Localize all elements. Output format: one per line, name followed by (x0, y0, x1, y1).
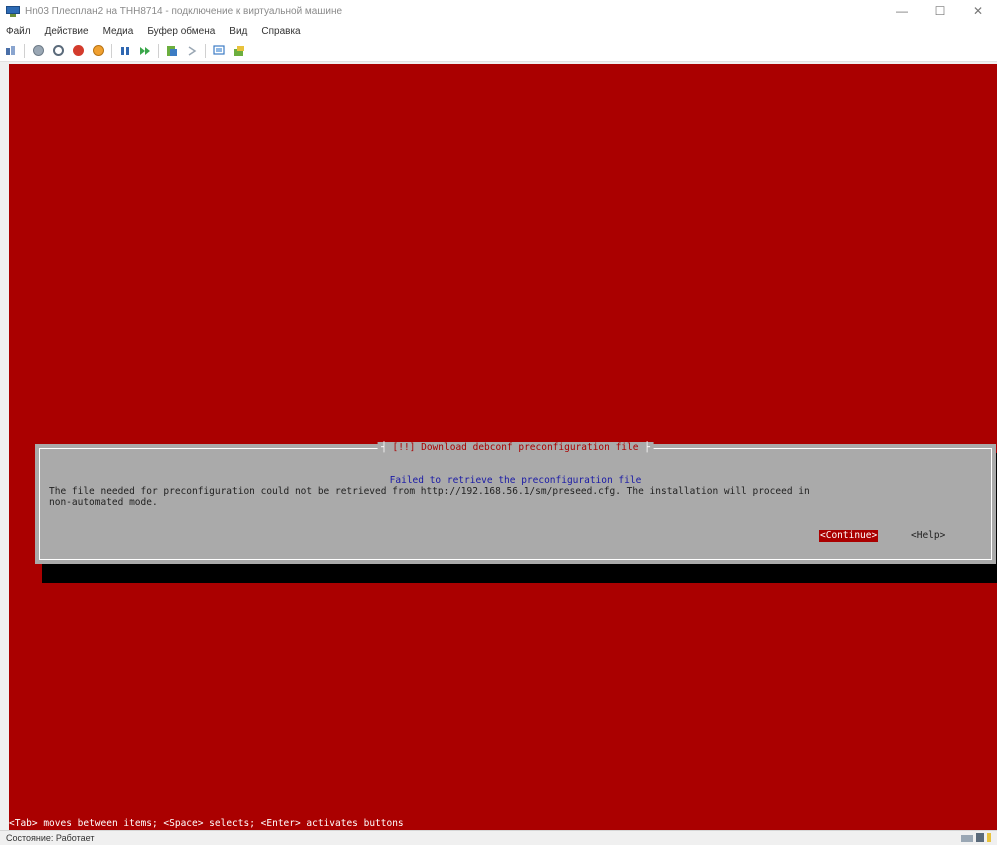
toolbar-separator (111, 43, 112, 58)
help-button[interactable]: <Help> (911, 530, 945, 542)
menu-view[interactable]: Вид (229, 26, 247, 37)
shutdown-icon[interactable] (71, 44, 85, 58)
dialog-title: ┤ [!!] Download debconf preconfiguration… (377, 442, 654, 453)
maximize-button[interactable]: ☐ (921, 0, 959, 22)
toolbar-separator (24, 43, 25, 58)
keyboard-icon (961, 835, 973, 842)
ctrl-alt-del-icon[interactable] (4, 44, 18, 58)
menu-bar: Файл Действие Медиа Буфер обмена Вид Спр… (0, 22, 997, 40)
menu-media[interactable]: Медиа (103, 26, 134, 37)
window-titlebar: Hn03 Плесплан2 на ТНН8714 - подключение … (0, 0, 997, 22)
dialog-message-line: non-automated mode. (49, 497, 158, 508)
turn-off-icon[interactable] (51, 44, 65, 58)
lock-icon (987, 833, 991, 842)
share-icon[interactable] (232, 44, 246, 58)
vm-display[interactable]: ┤ [!!] Download debconf preconfiguration… (9, 64, 997, 830)
menu-help[interactable]: Справка (261, 26, 300, 37)
dialog-frame: ┤ [!!] Download debconf preconfiguration… (39, 442, 992, 560)
pause-icon[interactable] (118, 44, 132, 58)
toolbar-separator (158, 43, 159, 58)
enhanced-session-icon[interactable] (212, 44, 226, 58)
close-button[interactable]: ✕ (959, 0, 997, 22)
vm-status: Состояние: Работает (6, 833, 95, 843)
keyboard-hint: <Tab> moves between items; <Space> selec… (9, 818, 404, 829)
toolbar (0, 40, 997, 62)
menu-action[interactable]: Действие (45, 26, 89, 37)
installer-dialog: ┤ [!!] Download debconf preconfiguration… (35, 442, 996, 564)
minimize-button[interactable]: — (883, 0, 921, 22)
save-icon[interactable] (91, 44, 105, 58)
revert-icon[interactable] (185, 44, 199, 58)
dialog-heading: Failed to retrieve the preconfiguration … (389, 475, 642, 486)
start-icon[interactable] (31, 44, 45, 58)
window-title: Hn03 Плесплан2 на ТНН8714 - подключение … (25, 5, 343, 17)
window-controls: — ☐ ✕ (883, 0, 997, 22)
vm-connection-icon (6, 5, 20, 17)
mouse-icon (976, 833, 984, 842)
status-bar: Состояние: Работает (0, 830, 997, 845)
status-icons (958, 833, 991, 842)
continue-button[interactable]: <Continue> (819, 530, 879, 542)
reset-icon[interactable] (138, 44, 152, 58)
dialog-title-text: [!!] Download debconf preconfiguration f… (392, 442, 639, 453)
menu-clipboard[interactable]: Буфер обмена (147, 26, 215, 37)
toolbar-separator (205, 43, 206, 58)
menu-file[interactable]: Файл (6, 26, 31, 37)
checkpoint-icon[interactable] (165, 44, 179, 58)
dialog-message-line: The file needed for preconfiguration cou… (49, 486, 810, 497)
